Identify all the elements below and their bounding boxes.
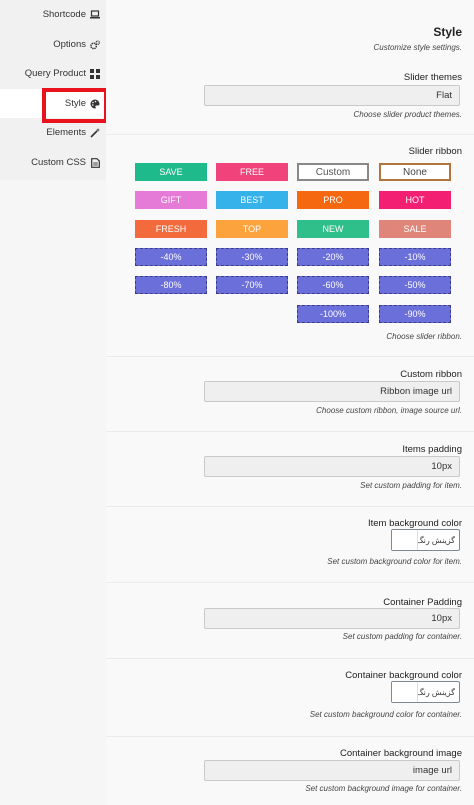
cogs-icon bbox=[90, 40, 100, 50]
ribbon-option-hot[interactable]: HOT bbox=[379, 191, 451, 209]
ribbon-option-none[interactable]: None bbox=[379, 163, 451, 181]
slider-ribbon-label: Slider ribbon bbox=[408, 146, 462, 157]
items-padding-desc: Set custom padding for item. bbox=[360, 481, 462, 490]
ribbon-option-fresh[interactable]: FRESH bbox=[135, 220, 207, 238]
container-bg-image-desc: Set custom background image for containe… bbox=[305, 784, 462, 793]
sidebar-item-custom-css[interactable]: Custom CSS bbox=[0, 148, 106, 177]
color-button-label: گزینش رنگ bbox=[416, 535, 455, 545]
custom-ribbon-label: Custom ribbon bbox=[400, 369, 462, 380]
container-bg-image-section: Container background image image url Set… bbox=[106, 737, 474, 805]
sidebar-item-label: Shortcode bbox=[42, 9, 86, 20]
ribbon-option-30[interactable]: -30% bbox=[216, 248, 288, 266]
item-bg-color-button[interactable]: گزینش رنگ bbox=[391, 529, 460, 551]
style-header: Style Customize style settings. bbox=[106, 0, 474, 62]
item-bg-color-desc: Set custom background color for item. bbox=[327, 557, 462, 566]
ribbon-option-best[interactable]: BEST bbox=[216, 191, 288, 209]
sidebar-item-label: Options bbox=[53, 39, 86, 50]
slider-themes-desc: Choose slider product themes. bbox=[353, 110, 463, 119]
container-bg-image-input[interactable]: image url bbox=[204, 760, 460, 781]
ribbon-option-gift[interactable]: GIFT bbox=[135, 191, 207, 209]
file-icon bbox=[90, 157, 100, 168]
ribbon-option-90[interactable]: -90% bbox=[379, 305, 451, 323]
items-padding-section: Items padding 10px Set custom padding fo… bbox=[106, 432, 474, 507]
item-bg-color-label: Item background color bbox=[368, 518, 462, 529]
slider-themes-section: Slider themes Flat Choose slider product… bbox=[106, 62, 474, 135]
container-bg-color-button[interactable]: گزینش رنگ bbox=[391, 681, 460, 703]
sidebar-item-label: Custom CSS bbox=[31, 157, 86, 168]
container-padding-section: Container Padding 10px Set custom paddin… bbox=[106, 583, 474, 659]
ribbon-option-new[interactable]: NEW bbox=[297, 220, 369, 238]
container-padding-input[interactable]: 10px bbox=[204, 608, 460, 629]
ribbon-option-10[interactable]: -10% bbox=[379, 248, 451, 266]
laptop-icon bbox=[90, 10, 100, 20]
sidebar-item-label: Elements bbox=[46, 127, 86, 138]
slider-themes-select[interactable]: Flat bbox=[204, 85, 460, 106]
ribbon-option-20[interactable]: -20% bbox=[297, 248, 369, 266]
sidebar-item-label: Query Product bbox=[24, 68, 86, 79]
ribbon-option-80[interactable]: -80% bbox=[135, 276, 207, 294]
page-title: Style bbox=[433, 25, 462, 39]
container-bg-image-label: Container background image bbox=[340, 748, 462, 759]
ribbon-option-100[interactable]: -100% bbox=[297, 305, 369, 323]
slider-ribbon-section: Slider ribbon SAVE FREE Custom None GIFT BEST… bbox=[106, 135, 474, 357]
custom-ribbon-section: Custom ribbon Ribbon image url Choose cu… bbox=[106, 357, 474, 432]
page-subtitle: Customize style settings. bbox=[373, 43, 462, 52]
container-padding-label: Container Padding bbox=[383, 597, 462, 608]
grid-icon bbox=[90, 68, 100, 79]
sidebar-item-options[interactable]: Options bbox=[0, 30, 106, 59]
ribbon-option-60[interactable]: -60% bbox=[297, 276, 369, 294]
color-swatch bbox=[392, 682, 418, 702]
settings-panel: Style Customize style settings. Slider t… bbox=[106, 0, 474, 805]
container-bg-color-desc: Set custom background color for containe… bbox=[309, 710, 462, 719]
container-bg-color-section: Container background color گزینش رنگ Set… bbox=[106, 659, 474, 737]
ribbon-option-pro[interactable]: PRO bbox=[297, 191, 369, 209]
items-padding-label: Items padding bbox=[402, 444, 462, 455]
magic-wand-icon bbox=[90, 127, 100, 138]
ribbon-option-sale[interactable]: SALE bbox=[379, 220, 451, 238]
active-item-highlight bbox=[42, 88, 108, 123]
ribbon-option-70[interactable]: -70% bbox=[216, 276, 288, 294]
color-button-label: گزینش رنگ bbox=[416, 687, 455, 697]
items-padding-input[interactable]: 10px bbox=[204, 456, 460, 477]
container-padding-desc: Set custom padding for container. bbox=[342, 632, 462, 641]
container-bg-color-label: Container background color bbox=[345, 670, 462, 681]
sidebar-item-query-product[interactable]: Query Product bbox=[0, 59, 106, 88]
item-bg-color-section: Item background color گزینش رنگ Set cust… bbox=[106, 507, 474, 583]
color-swatch bbox=[392, 530, 418, 550]
ribbon-option-custom[interactable]: Custom bbox=[297, 163, 369, 181]
ribbon-option-40[interactable]: -40% bbox=[135, 248, 207, 266]
custom-ribbon-input[interactable]: Ribbon image url bbox=[204, 381, 460, 402]
slider-themes-label: Slider themes bbox=[403, 72, 462, 83]
ribbon-option-50[interactable]: -50% bbox=[379, 276, 451, 294]
sidebar-item-shortcode[interactable]: Shortcode bbox=[0, 0, 106, 29]
custom-ribbon-desc: Choose custom ribbon, image source url. bbox=[316, 406, 462, 415]
ribbon-option-top[interactable]: TOP bbox=[216, 220, 288, 238]
ribbon-option-save[interactable]: SAVE bbox=[135, 163, 207, 181]
ribbon-option-free[interactable]: FREE bbox=[216, 163, 288, 181]
slider-ribbon-desc: Choose slider ribbon. bbox=[386, 332, 462, 341]
